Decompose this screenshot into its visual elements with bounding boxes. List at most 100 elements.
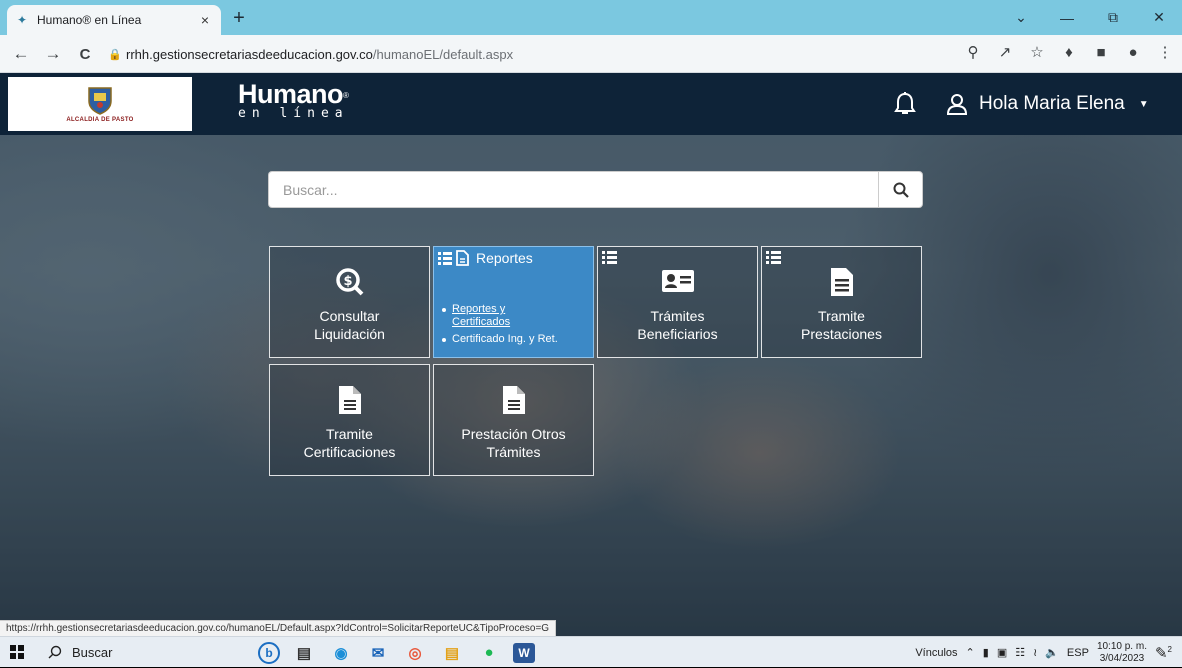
language-indicator[interactable]: ESP <box>1067 647 1089 659</box>
search-icon <box>48 645 62 659</box>
network-icon[interactable]: ☷ <box>1015 646 1025 659</box>
browser-tab[interactable]: ✦ Humano® en Línea × <box>7 5 221 35</box>
taskbar-search[interactable]: Buscar <box>34 637 234 668</box>
svg-text:$: $ <box>343 274 352 289</box>
tile-label-line1: Prestación Otros <box>461 426 566 442</box>
reload-button[interactable]: C <box>74 43 96 65</box>
user-icon <box>946 94 968 115</box>
taskbar-search-label: Buscar <box>72 644 113 660</box>
clock-date: 3/04/2023 <box>1099 652 1145 664</box>
tile-label-line2: Liquidación <box>314 326 385 342</box>
site-header: ALCALDIA DE PASTO Humano® en línea Hola … <box>0 73 1182 135</box>
tab-close-button[interactable]: × <box>197 12 213 28</box>
chrome-icon[interactable]: ◎ <box>402 641 428 665</box>
tile-prestacion-otros-tramites[interactable]: Prestación Otros Trámites <box>433 364 594 476</box>
tile-label-line1: Trámites <box>650 308 705 324</box>
chevron-up-icon[interactable]: ⌃ <box>966 646 975 659</box>
favicon-icon: ✦ <box>16 13 28 27</box>
wifi-icon[interactable]: ≀ <box>1033 646 1037 659</box>
url-host: rrhh.gestionsecretariasdeeducacion.gov.c… <box>126 46 373 62</box>
spotify-icon[interactable]: ● <box>476 641 502 665</box>
close-window-button[interactable]: ✕ <box>1136 0 1182 35</box>
tray-app-icon[interactable]: ▣ <box>997 646 1007 659</box>
url-path: /humanoEL/default.aspx <box>372 46 514 62</box>
tile-tramites-beneficiarios[interactable]: Trámites Beneficiarios <box>597 246 758 358</box>
password-key-icon[interactable]: ⚲ <box>964 43 982 61</box>
notification-bell-icon[interactable] <box>893 91 917 117</box>
links-label[interactable]: Vínculos <box>915 647 957 659</box>
tab-search-button[interactable]: ⌄ <box>998 0 1044 35</box>
address-bar: ← → C 🔒 rrhh.gestionsecretariasdeeducaci… <box>0 35 1182 73</box>
user-menu[interactable]: Hola Maria Elena ▼ <box>945 89 1149 119</box>
status-url-tooltip: https://rrhh.gestionsecretariasdeeducaci… <box>0 620 557 636</box>
mail-icon[interactable]: ✉ <box>365 641 391 665</box>
taskbar-apps: b ▤ ◉ ✉ ◎ ▤ ● W <box>258 637 535 668</box>
tile-reportes[interactable]: Reportes Reportes y Certificados Certifi… <box>433 246 594 358</box>
document-icon <box>502 386 525 414</box>
system-tray: Vínculos ⌃ ▮ ▣ ☷ ≀ 🔈 ESP 10:10 p. m. 3/0… <box>915 637 1172 668</box>
bing-icon[interactable]: b <box>258 641 280 664</box>
logo-text: ALCALDIA DE PASTO <box>66 117 134 123</box>
minimize-button[interactable]: — <box>1044 0 1090 35</box>
document-icon <box>338 386 361 414</box>
edge-icon[interactable]: ◉ <box>328 641 354 665</box>
volume-icon[interactable]: 🔈 <box>1045 646 1059 659</box>
chevron-down-icon: ▼ <box>1138 98 1149 110</box>
tile-label-line1: Tramite <box>326 426 373 442</box>
task-view-icon[interactable]: ▤ <box>291 641 317 665</box>
tile-label-line2: Prestaciones <box>801 326 882 342</box>
windows-taskbar: Buscar b ▤ ◉ ✉ ◎ ▤ ● W Vínculos ⌃ ▮ ▣ ☷ … <box>0 636 1182 667</box>
new-tab-button[interactable]: + <box>228 8 250 30</box>
bookmark-star-icon[interactable]: ☆ <box>1028 43 1046 61</box>
browser-tab-strip: ✦ Humano® en Línea × + ⌄ — ⧉ ✕ <box>0 0 1182 35</box>
link-text-line1: Reportes y <box>452 303 506 315</box>
link-text: Certificado Ing. y Ret. <box>452 333 558 345</box>
windows-logo-icon <box>10 645 24 659</box>
certificado-ing-ret-link[interactable]: Certificado Ing. y Ret. <box>440 333 558 346</box>
page-viewport: ALCALDIA DE PASTO Humano® en línea Hola … <box>0 73 1182 636</box>
tile-label-line1: Tramite <box>818 308 865 324</box>
search-input[interactable] <box>268 171 878 208</box>
url-field[interactable]: 🔒 rrhh.gestionsecretariasdeeducacion.gov… <box>108 40 938 68</box>
tile-tramite-prestaciones[interactable]: Tramite Prestaciones <box>761 246 922 358</box>
notification-count: 2 <box>1167 644 1172 654</box>
word-icon[interactable]: W <box>513 642 535 663</box>
search-bar <box>268 171 923 208</box>
tile-label-line2: Certificaciones <box>303 444 396 460</box>
reportes-certificados-link[interactable]: Reportes y Certificados <box>440 303 558 329</box>
tile-tramite-certificaciones[interactable]: Tramite Certificaciones <box>269 364 430 476</box>
alcaldia-logo[interactable]: ALCALDIA DE PASTO <box>8 77 192 131</box>
forward-button[interactable]: → <box>42 43 64 65</box>
clock[interactable]: 10:10 p. m. 3/04/2023 <box>1097 641 1147 665</box>
start-button[interactable] <box>0 637 34 668</box>
coat-of-arms-icon <box>88 87 112 115</box>
search-button[interactable] <box>878 171 923 208</box>
tile-consultar-liquidacion[interactable]: $ Consultar Liquidación <box>269 246 430 358</box>
list-icon <box>766 251 781 264</box>
menu-dots-icon[interactable]: ⋮ <box>1156 43 1174 61</box>
profile-avatar-icon[interactable]: ● <box>1124 44 1142 61</box>
brand-main: Humano <box>238 79 344 109</box>
side-panel-icon[interactable]: ■ <box>1092 44 1110 61</box>
list-document-icon <box>438 250 469 266</box>
tile-label-line1: Consultar <box>319 308 380 324</box>
share-icon[interactable]: ↗ <box>996 43 1014 61</box>
battery-icon[interactable]: ▮ <box>983 646 989 659</box>
restore-button[interactable]: ⧉ <box>1090 0 1136 35</box>
tile-label-line2: Beneficiarios <box>637 326 718 342</box>
search-money-icon: $ <box>335 268 363 296</box>
back-button[interactable]: ← <box>10 43 32 65</box>
id-card-icon <box>661 270 694 292</box>
link-text-line2: Certificados <box>452 316 511 328</box>
notifications-icon[interactable]: ✎2 <box>1155 644 1172 662</box>
brand-reg: ® <box>343 91 349 100</box>
tile-reportes-title: Reportes <box>476 250 533 266</box>
user-greeting: Hola Maria Elena <box>979 93 1125 114</box>
list-icon <box>602 251 617 264</box>
extensions-icon[interactable]: ♦ <box>1060 44 1078 61</box>
browser-toolbar-icons: ⚲ ↗ ☆ ♦ ■ ● ⋮ <box>964 43 1174 62</box>
reportes-link-list: Reportes y Certificados Certificado Ing.… <box>434 303 558 350</box>
file-explorer-icon[interactable]: ▤ <box>439 641 465 665</box>
humano-brand[interactable]: Humano® en línea <box>238 81 349 121</box>
document-list-icon <box>830 268 853 296</box>
